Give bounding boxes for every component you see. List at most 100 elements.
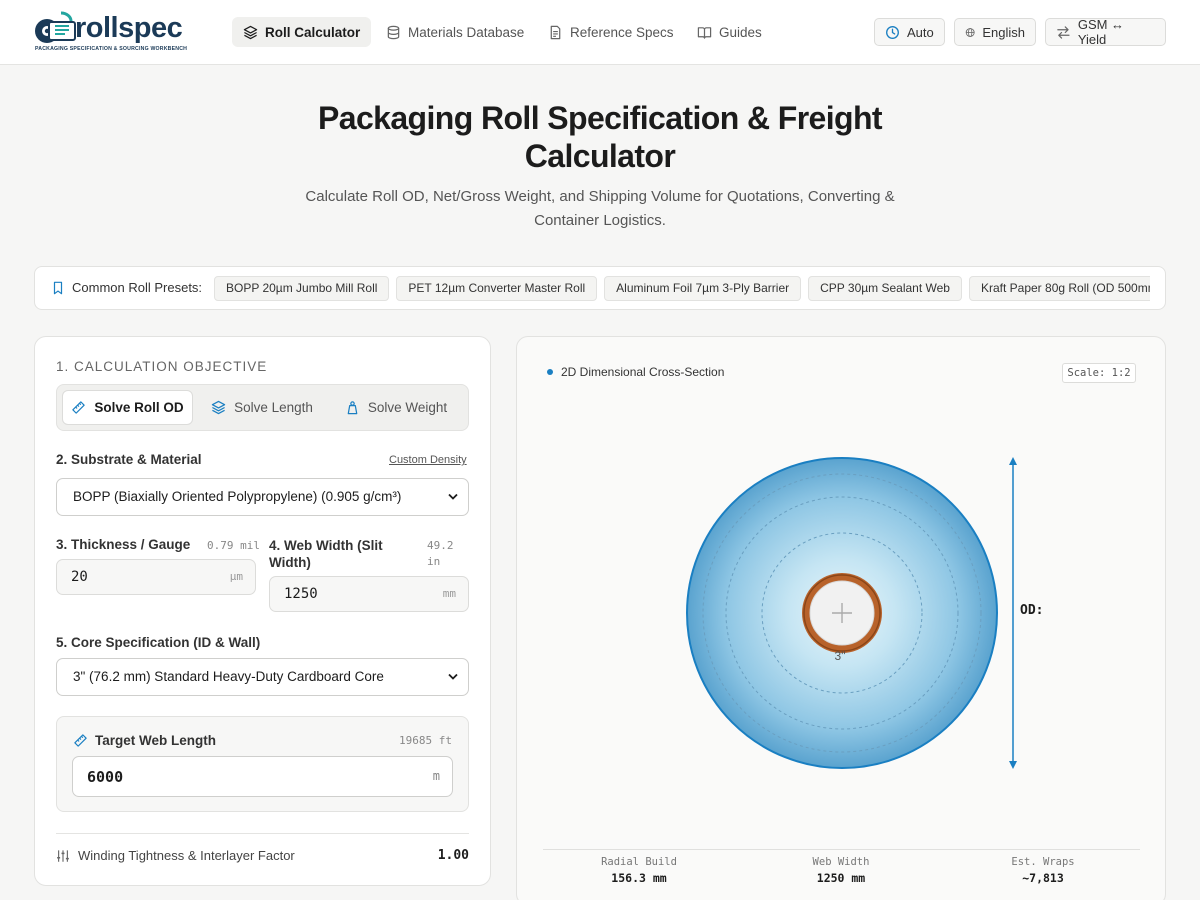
nav-materials-database[interactable]: Materials Database — [375, 17, 535, 47]
weight-icon — [347, 401, 358, 415]
stats-divider — [543, 849, 1140, 850]
web-width-inch-readout: 49.2 in — [427, 539, 454, 568]
nav-roll-calculator[interactable]: Roll Calculator — [232, 17, 372, 47]
language-select-button[interactable]: English — [954, 18, 1036, 46]
chevron-down-icon — [448, 493, 458, 500]
stat-label: Web Width — [812, 856, 870, 868]
custom-density-link[interactable]: Custom Density — [389, 454, 467, 466]
unit-toggle-button[interactable]: GSM ↔ Yield — [1045, 17, 1166, 47]
visualization-heading: 2D Dimensional Cross-Section — [547, 365, 724, 379]
section-divider — [56, 833, 469, 834]
target-length-card: Target Web Length 19685 ft 6000 m — [56, 716, 469, 812]
language-label: English — [982, 24, 1025, 40]
stat-label: Radial Build — [601, 856, 677, 868]
nav-label: Guides — [719, 24, 762, 40]
theme-toggle-button[interactable]: Auto — [874, 18, 945, 46]
nav-label: Reference Specs — [570, 24, 674, 40]
solve-weight-button[interactable]: Solve Weight — [332, 390, 460, 425]
preset-chip[interactable]: Aluminum Foil 7µm 3-Ply Barrier — [604, 276, 802, 301]
chevron-down-icon — [448, 673, 458, 680]
substrate-select-value: BOPP (Biaxially Oriented Polypropylene) … — [73, 489, 402, 504]
presets-heading: Common Roll Presets: — [51, 280, 202, 295]
web-width-label: 4. Web Width (Slit Width) — [269, 538, 383, 570]
theme-label: Auto — [907, 24, 934, 40]
objective-label: Solve Length — [234, 400, 313, 415]
visualization-title: 2D Dimensional Cross-Section — [561, 365, 725, 379]
book-icon — [697, 26, 712, 39]
stat-label: Est. Wraps — [1011, 856, 1075, 868]
rollspec-logo[interactable]: rollspec PACKAGING SPECIFICATION & SOURC… — [33, 11, 193, 55]
stat-web-width: Web Width 1250 mm — [741, 856, 941, 885]
clock-icon — [886, 25, 899, 39]
substrate-select[interactable]: BOPP (Biaxially Oriented Polypropylene) … — [56, 478, 469, 516]
core-select-value: 3" (76.2 mm) Standard Heavy-Duty Cardboa… — [73, 669, 384, 684]
nav-label: Roll Calculator — [265, 24, 361, 40]
solve-length-button[interactable]: Solve Length — [200, 390, 324, 425]
target-length-unit: m — [432, 769, 440, 783]
preset-chip[interactable]: CPP 30µm Sealant Web — [808, 276, 962, 301]
roll-logo-icon — [35, 11, 76, 43]
target-length-label: Target Web Length — [95, 733, 216, 748]
winding-factor-value: 1.00 — [437, 848, 469, 863]
cross-section-visualization-panel: 2D Dimensional Cross-Section Scale: 1:2 … — [516, 336, 1166, 900]
target-length-feet-readout: 19685 ft — [399, 734, 452, 747]
page-subtitle: Calculate Roll OD, Net/Gross Weight, and… — [305, 188, 895, 229]
bookmark-icon — [53, 281, 63, 294]
web-width-unit: mm — [442, 587, 456, 600]
stat-value: 1250 mm — [816, 871, 866, 885]
target-length-heading: Target Web Length — [73, 733, 216, 748]
document-icon — [550, 25, 561, 39]
target-length-value: 6000 — [87, 768, 124, 786]
ruler-icon — [74, 734, 87, 747]
thickness-mil-readout: 0.79 mil — [207, 539, 260, 552]
layers-icon — [211, 400, 226, 415]
thickness-input[interactable]: 20 µm — [56, 559, 256, 595]
roll-cross-section-diagram — [686, 457, 1017, 769]
solve-roll-od-button[interactable]: Solve Roll OD — [62, 390, 193, 425]
web-width-input[interactable]: 1250 mm — [269, 576, 469, 612]
stat-value: ~7,813 — [1022, 871, 1064, 885]
web-width-value: 1250 — [284, 586, 318, 602]
preset-chip[interactable]: PET 12µm Converter Master Roll — [396, 276, 598, 301]
nav-guides[interactable]: Guides — [686, 17, 773, 47]
thickness-unit: µm — [229, 570, 243, 583]
database-icon — [387, 25, 400, 39]
presets-label: Common Roll Presets: — [72, 280, 203, 295]
scale-badge: Scale: 1:2 — [1062, 363, 1136, 383]
core-size-label: 3" — [834, 649, 846, 663]
preset-chip[interactable]: BOPP 20µm Jumbo Mill Roll — [214, 276, 390, 301]
top-navigation-bar: rollspec PACKAGING SPECIFICATION & SOURC… — [0, 0, 1200, 65]
nav-label: Materials Database — [408, 24, 525, 40]
core-spec-select[interactable]: 3" (76.2 mm) Standard Heavy-Duty Cardboa… — [56, 658, 469, 696]
objective-heading: 1. CALCULATION OBJECTIVE — [56, 359, 268, 374]
preset-chip-list: BOPP 20µm Jumbo Mill Roll PET 12µm Conve… — [214, 276, 1150, 302]
objective-label: Solve Roll OD — [94, 400, 184, 415]
stat-value: 156.3 mm — [611, 871, 667, 885]
stat-est-wraps: Est. Wraps ~7,813 — [943, 856, 1143, 885]
winding-factor-heading: Winding Tightness & Interlayer Factor — [56, 848, 295, 863]
winding-factor-row[interactable]: Winding Tightness & Interlayer Factor 1.… — [56, 847, 469, 867]
logo-tagline: PACKAGING SPECIFICATION & SOURCING WORKB… — [35, 46, 188, 52]
calculator-form-panel: 1. CALCULATION OBJECTIVE Solve Roll OD S… — [34, 336, 491, 886]
winding-factor-label: Winding Tightness & Interlayer Factor — [78, 848, 295, 863]
logo-wordmark: rollspec — [75, 12, 183, 44]
thickness-value: 20 — [71, 569, 88, 585]
swap-arrows-icon — [1057, 25, 1070, 39]
status-dot — [547, 369, 553, 375]
presets-bar: Common Roll Presets: BOPP 20µm Jumbo Mil… — [34, 266, 1166, 310]
objective-segmented-control: Solve Roll OD Solve Length Solve Weight — [56, 384, 469, 431]
objective-label: Solve Weight — [367, 400, 448, 415]
layers-icon — [243, 25, 258, 39]
nav-reference-specs[interactable]: Reference Specs — [537, 17, 685, 47]
globe-icon — [965, 27, 975, 37]
unit-toggle-label: GSM ↔ Yield — [1077, 17, 1125, 47]
target-length-input[interactable]: 6000 m — [72, 756, 453, 797]
stat-radial-build: Radial Build 156.3 mm — [539, 856, 739, 885]
od-dimension-label: OD: — [1020, 603, 1044, 618]
ruler-icon — [72, 401, 86, 414]
page-title: Packaging Roll Specification & Freight C… — [318, 100, 883, 174]
preset-chip[interactable]: Kraft Paper 80g Roll (OD 500mm) — [968, 276, 1150, 301]
thickness-label: 3. Thickness / Gauge — [56, 537, 191, 552]
substrate-label: 2. Substrate & Material — [56, 452, 202, 467]
core-spec-label: 5. Core Specification (ID & Wall) — [56, 635, 261, 650]
